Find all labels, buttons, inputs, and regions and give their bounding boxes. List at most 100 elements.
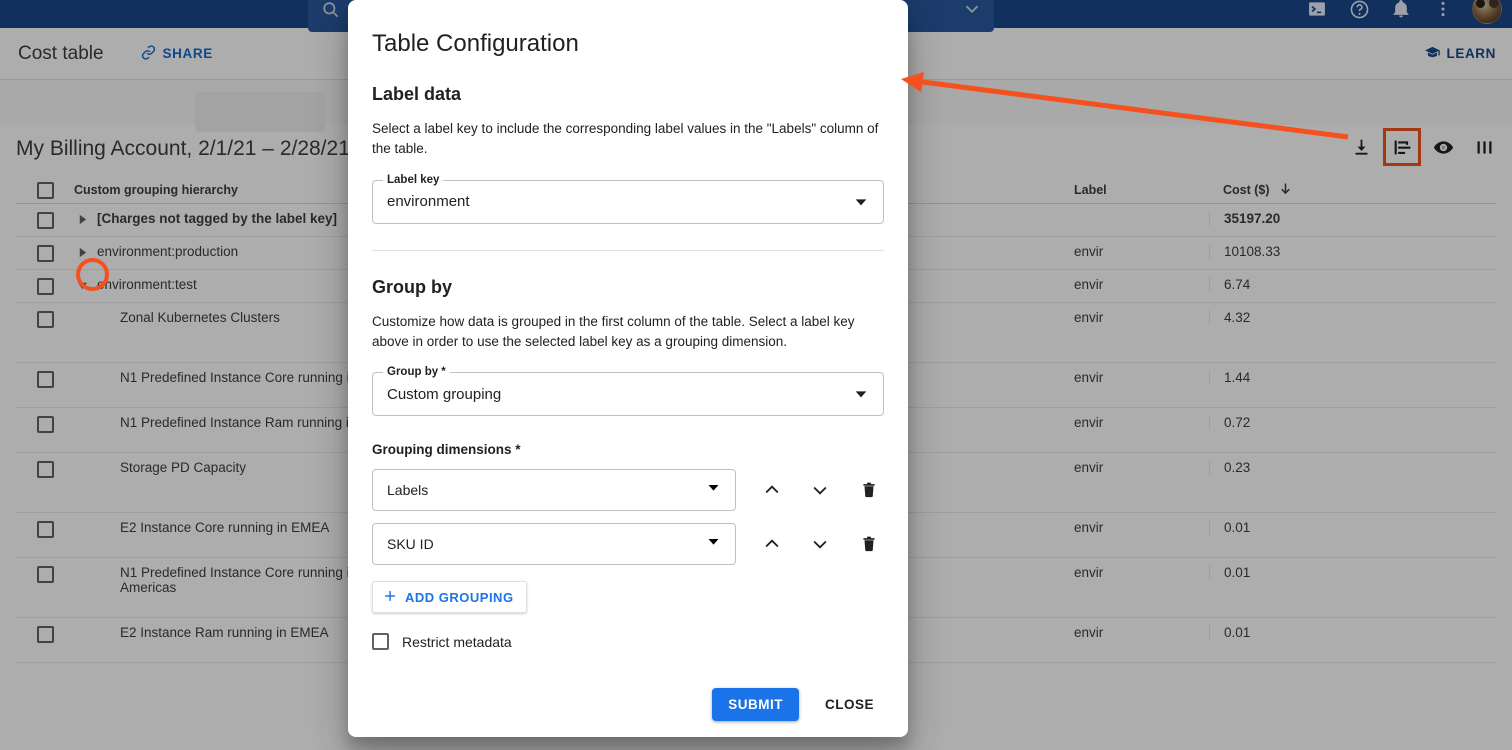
row-checkbox[interactable] (16, 211, 74, 229)
grouping-dimension-value: SKU ID (387, 536, 706, 552)
row-checkbox[interactable] (16, 625, 74, 643)
column-header-cost[interactable]: Cost ($) (1209, 181, 1329, 199)
expand-caret-icon[interactable] (74, 277, 90, 291)
topnav-brand-area (0, 0, 300, 28)
row-name: environment:production (97, 244, 238, 259)
restrict-metadata-checkbox-row[interactable]: Restrict metadata (372, 633, 884, 650)
table-configuration-icon[interactable] (1390, 135, 1414, 159)
expand-caret-icon[interactable] (97, 415, 113, 418)
share-button-label: SHARE (163, 46, 213, 61)
row-name: E2 Instance Core running in EMEA (120, 520, 329, 535)
filter-placeholder (195, 92, 325, 132)
checkbox-icon[interactable] (37, 212, 54, 229)
expand-caret-icon[interactable] (97, 625, 113, 628)
graduation-cap-icon (1424, 44, 1441, 64)
row-name: Storage PD Capacity (120, 460, 246, 475)
grouping-dimension-select[interactable]: SKU ID (372, 523, 736, 565)
row-checkbox[interactable] (16, 370, 74, 388)
expand-caret-icon[interactable] (97, 565, 113, 568)
sort-descending-icon[interactable] (1278, 181, 1293, 199)
help-icon[interactable] (1346, 0, 1372, 22)
learn-button-label: LEARN (1447, 46, 1497, 61)
move-down-button[interactable] (805, 473, 836, 507)
checkbox-icon[interactable] (37, 245, 54, 262)
columns-icon[interactable] (1472, 135, 1496, 159)
column-header-label[interactable]: Label (1074, 183, 1209, 197)
row-cost: 4.32 (1209, 310, 1329, 325)
avatar[interactable] (1472, 0, 1502, 24)
label-data-description: Select a label key to include the corres… (372, 119, 884, 160)
checkbox-icon[interactable] (37, 521, 54, 538)
row-name: [Charges not tagged by the label key] (97, 211, 337, 226)
submit-button[interactable]: SUBMIT (712, 688, 799, 721)
add-grouping-button[interactable]: ADD GROUPING (372, 581, 527, 613)
row-checkbox[interactable] (16, 565, 74, 583)
checkbox-icon[interactable] (37, 278, 54, 295)
expand-caret-icon[interactable] (74, 244, 90, 258)
learn-button[interactable]: LEARN (1424, 44, 1497, 64)
label-key-legend: Label key (383, 174, 443, 186)
share-button[interactable]: SHARE (140, 44, 213, 64)
row-checkbox[interactable] (16, 415, 74, 433)
move-up-button[interactable] (756, 473, 787, 507)
row-cost: 0.72 (1209, 415, 1329, 430)
expand-caret-icon[interactable] (97, 370, 113, 373)
row-label: envir (1074, 244, 1209, 259)
delete-button[interactable] (853, 473, 884, 507)
move-up-button[interactable] (756, 527, 787, 561)
row-label: envir (1074, 415, 1209, 430)
chevron-down-icon[interactable] (960, 0, 984, 20)
row-name: E2 Instance Ram running in EMEA (120, 625, 329, 640)
visibility-icon[interactable] (1431, 135, 1455, 159)
label-key-select[interactable]: Label key environment (372, 180, 884, 224)
more-options-icon[interactable] (1430, 0, 1456, 22)
search-icon (318, 0, 342, 21)
dialog-actions: SUBMIT CLOSE (712, 688, 884, 721)
chevron-down-icon[interactable] (853, 194, 869, 210)
expand-caret-icon[interactable] (97, 460, 113, 463)
close-button[interactable]: CLOSE (815, 688, 884, 721)
checkbox-icon[interactable] (37, 311, 54, 328)
notifications-icon[interactable] (1388, 0, 1414, 22)
group-by-heading: Group by (372, 277, 884, 298)
row-checkbox[interactable] (16, 310, 74, 328)
expand-caret-icon[interactable] (97, 520, 113, 523)
checkbox-icon[interactable] (37, 416, 54, 433)
row-label: envir (1074, 277, 1209, 292)
checkbox-icon[interactable] (37, 182, 54, 199)
section-divider (372, 250, 884, 251)
row-checkbox[interactable] (16, 520, 74, 538)
row-checkbox[interactable] (16, 277, 74, 295)
expand-caret-icon[interactable] (97, 310, 113, 313)
row-label: envir (1074, 460, 1209, 475)
restrict-metadata-label: Restrict metadata (402, 634, 512, 650)
expand-caret-icon[interactable] (74, 211, 90, 225)
row-checkbox[interactable] (16, 460, 74, 478)
group-by-value: Custom grouping (387, 386, 853, 403)
grouping-dimension-select[interactable]: Labels (372, 469, 736, 511)
group-by-description: Customize how data is grouped in the fir… (372, 312, 884, 353)
checkbox-icon[interactable] (372, 633, 389, 650)
delete-button[interactable] (853, 527, 884, 561)
row-cost: 1.44 (1209, 370, 1329, 385)
row-label: envir (1074, 625, 1209, 640)
table-configuration-dialog: Table Configuration Label data Select a … (348, 0, 908, 737)
checkbox-icon[interactable] (37, 566, 54, 583)
terminal-icon[interactable] (1304, 0, 1330, 22)
checkbox-icon[interactable] (37, 626, 54, 643)
select-all-checkbox[interactable] (16, 181, 74, 199)
chevron-down-icon[interactable] (706, 534, 721, 554)
move-down-button[interactable] (805, 527, 836, 561)
grouping-dimensions-label: Grouping dimensions * (372, 442, 884, 457)
row-checkbox[interactable] (16, 244, 74, 262)
chevron-down-icon[interactable] (706, 480, 721, 500)
chevron-down-icon[interactable] (853, 386, 869, 402)
group-by-select[interactable]: Group by * Custom grouping (372, 372, 884, 416)
checkbox-icon[interactable] (37, 371, 54, 388)
row-cost: 0.01 (1209, 625, 1329, 640)
download-icon[interactable] (1349, 135, 1373, 159)
row-label: envir (1074, 520, 1209, 535)
column-header-cost-label: Cost ($) (1223, 183, 1270, 197)
checkbox-icon[interactable] (37, 461, 54, 478)
plus-icon (382, 588, 398, 607)
